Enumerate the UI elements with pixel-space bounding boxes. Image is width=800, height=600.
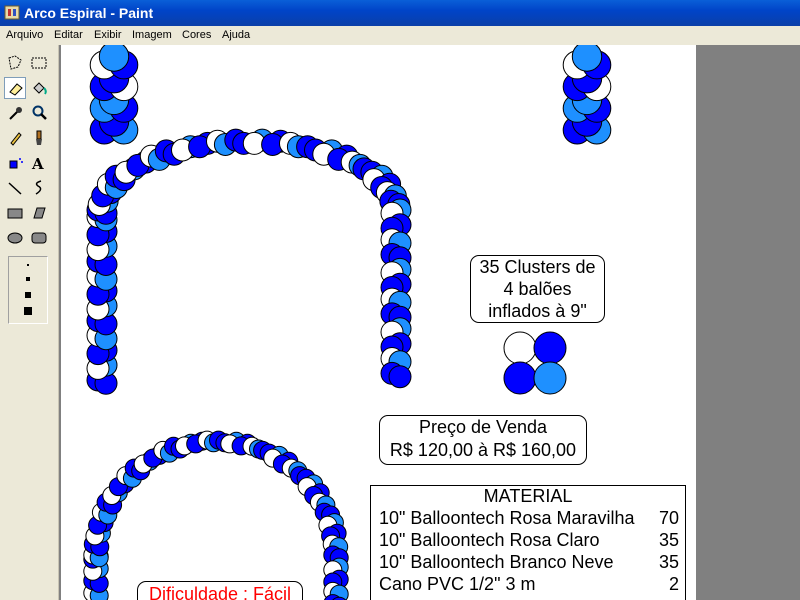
- material-item-name: 10" Balloontech Rosa Claro: [379, 530, 600, 550]
- title-bar: Arco Espiral - Paint: [0, 0, 800, 26]
- text-icon[interactable]: A: [28, 152, 50, 174]
- clusters-note: 35 Clusters de 4 balões inflados à 9": [470, 255, 605, 323]
- material-item-qty: 35: [658, 552, 679, 572]
- menu-editar[interactable]: Editar: [54, 29, 83, 41]
- menu-arquivo[interactable]: Arquivo: [6, 29, 43, 41]
- menu-exibir[interactable]: Exibir: [94, 29, 122, 41]
- rounded-rect-icon[interactable]: [28, 227, 50, 249]
- color-picker-icon[interactable]: [4, 102, 26, 124]
- paint-app-icon: [4, 5, 20, 20]
- material-item-name: Cano PVC 1/2" 3 m: [379, 574, 536, 594]
- pencil-icon[interactable]: [4, 127, 26, 149]
- free-form-select-icon[interactable]: [4, 52, 26, 74]
- ellipse-icon[interactable]: [4, 227, 26, 249]
- rectangle-icon[interactable]: [4, 202, 26, 224]
- clusters-line-3: inflados à 9": [488, 301, 587, 321]
- airbrush-icon[interactable]: [4, 152, 26, 174]
- material-list: MATERIAL 10" Balloontech Rosa Maravilha 7…: [370, 485, 686, 600]
- price-label: Preço de Venda: [418, 417, 548, 437]
- balloon: [503, 331, 537, 365]
- material-item-name: 10" Balloontech Rosa Maravilha: [379, 508, 635, 528]
- toolbox: A: [0, 45, 59, 600]
- price-note: Preço de Venda R$ 120,00 à R$ 160,00: [379, 415, 587, 465]
- balloon: [533, 331, 567, 365]
- material-header: MATERIAL: [483, 486, 573, 506]
- clusters-line-2: 4 balões: [503, 279, 572, 299]
- balloon: [503, 361, 537, 395]
- brush-size-options[interactable]: [8, 256, 48, 324]
- difficulty-note: Dificuldade : Fácil: [137, 581, 303, 600]
- material-item-qty: 35: [658, 530, 679, 550]
- menu-cores[interactable]: Cores: [182, 29, 211, 41]
- polygon-icon[interactable]: [28, 202, 50, 224]
- menu-imagem[interactable]: Imagem: [132, 29, 172, 41]
- price-range: R$ 120,00 à R$ 160,00: [389, 440, 577, 460]
- difficulty-label: Dificuldade : Fácil: [148, 584, 292, 600]
- material-item-qty: 70: [658, 508, 679, 528]
- menu-ajuda[interactable]: Ajuda: [222, 29, 250, 41]
- clusters-line-1: 35 Clusters de: [479, 257, 596, 277]
- window-title: Arco Espiral - Paint: [24, 5, 154, 21]
- material-item-name: 10" Balloontech Branco Neve: [379, 552, 614, 572]
- line-icon[interactable]: [4, 177, 26, 199]
- brush-icon[interactable]: [28, 127, 50, 149]
- curve-icon[interactable]: [28, 177, 50, 199]
- balloon: [98, 45, 130, 72]
- rect-select-icon[interactable]: [28, 52, 50, 74]
- paint-canvas[interactable]: 35 Clusters de 4 balões inflados à 9" Pr…: [61, 45, 696, 600]
- magnifier-icon[interactable]: [28, 102, 50, 124]
- balloon: [571, 45, 603, 72]
- balloon: [388, 365, 412, 389]
- balloon: [533, 361, 567, 395]
- eraser-icon[interactable]: [4, 77, 26, 99]
- material-item-qty: 2: [668, 574, 679, 594]
- menu-bar: Arquivo Editar Exibir Imagem Cores Ajuda: [0, 26, 800, 46]
- fill-icon[interactable]: [28, 77, 50, 99]
- svg-text:A: A: [31, 155, 44, 173]
